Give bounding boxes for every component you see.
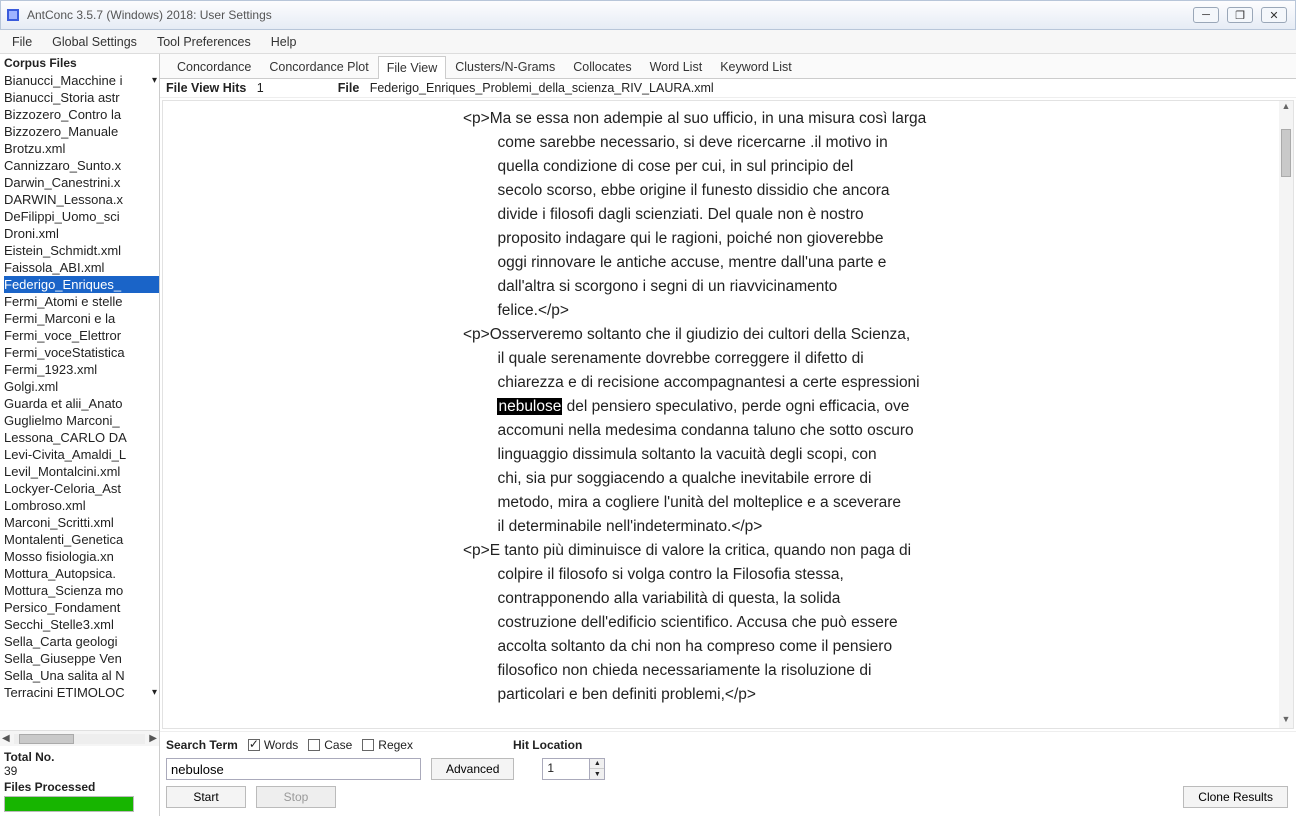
progress-bar [4, 796, 134, 812]
scroll-down-icon[interactable]: ▼ [1282, 714, 1291, 728]
tab-clusters-n-grams[interactable]: Clusters/N-Grams [446, 55, 564, 78]
search-hit: nebulose [497, 398, 562, 415]
menu-global-settings[interactable]: Global Settings [48, 33, 141, 51]
app-icon [5, 7, 21, 23]
menu-tool-preferences[interactable]: Tool Preferences [153, 33, 255, 51]
list-item[interactable]: Levi-Civita_Amaldi_L [4, 446, 159, 463]
tab-file-view[interactable]: File View [378, 56, 446, 79]
tab-concordance-plot[interactable]: Concordance Plot [260, 55, 377, 78]
list-item[interactable]: Bizzozero_Contro la [4, 106, 159, 123]
list-item[interactable]: Mosso fisiologia.xn [4, 548, 159, 565]
list-item[interactable]: Brotzu.xml [4, 140, 159, 157]
list-item[interactable]: Lockyer-Celoria_Ast [4, 480, 159, 497]
list-item[interactable]: Fermi_Atomi e stelle [4, 293, 159, 310]
list-item[interactable]: Bizzozero_Manuale [4, 123, 159, 140]
tab-collocates[interactable]: Collocates [564, 55, 640, 78]
file-view-content[interactable]: <p>Ma se essa non adempie al suo ufficio… [162, 100, 1294, 729]
list-item[interactable]: Guglielmo Marconi_ [4, 412, 159, 429]
list-item[interactable]: Droni.xml [4, 225, 159, 242]
tab-bar: ConcordanceConcordance PlotFile ViewClus… [160, 54, 1296, 79]
list-item[interactable]: Fermi_Marconi e la [4, 310, 159, 327]
list-item[interactable]: Montalenti_Genetica [4, 531, 159, 548]
list-item[interactable]: Faissola_ABI.xml [4, 259, 159, 276]
list-item[interactable]: Sella_Una salita al N [4, 667, 159, 684]
file-list-hscroll[interactable]: ◀ ▶ [0, 730, 159, 746]
list-item[interactable]: Eistein_Schmidt.xml [4, 242, 159, 259]
list-item[interactable]: Levil_Montalcini.xml [4, 463, 159, 480]
maximize-button[interactable]: ❐ [1227, 7, 1253, 23]
list-item[interactable]: Mottura_Scienza mo [4, 582, 159, 599]
main-panel: ConcordanceConcordance PlotFile ViewClus… [160, 54, 1296, 816]
scroll-up-icon[interactable]: ▲ [1282, 101, 1291, 115]
window-title: AntConc 3.5.7 (Windows) 2018: User Setti… [27, 8, 1193, 22]
chevron-down-icon[interactable]: ▾ [152, 684, 157, 701]
files-processed-label: Files Processed [4, 780, 155, 794]
scroll-thumb[interactable] [1281, 129, 1291, 177]
list-item[interactable]: Lombroso.xml [4, 497, 159, 514]
hit-location-label: Hit Location [513, 738, 582, 752]
close-button[interactable]: ✕ [1261, 7, 1287, 23]
chevron-down-icon[interactable]: ▾ [152, 72, 157, 89]
minimize-button[interactable]: ─ [1193, 7, 1219, 23]
hit-location-spin[interactable]: ▲▼ [590, 758, 605, 780]
list-item[interactable]: Terracini ETIMOLOC▾ [4, 684, 159, 701]
info-bar: File View Hits 1 File Federigo_Enriques_… [160, 79, 1296, 98]
list-item[interactable]: Guarda et alii_Anato [4, 395, 159, 412]
controls-panel: Search Term Words Case Regex Hit Locatio… [160, 731, 1296, 816]
menu-help[interactable]: Help [267, 33, 301, 51]
list-item[interactable]: Marconi_Scritti.xml [4, 514, 159, 531]
list-item[interactable]: Mottura_Autopsica. [4, 565, 159, 582]
search-input[interactable] [166, 758, 421, 780]
list-item[interactable]: Persico_Fondament [4, 599, 159, 616]
search-term-label: Search Term [166, 738, 238, 752]
content-vscroll[interactable]: ▲ ▼ [1279, 101, 1293, 728]
list-item[interactable]: Cannizzaro_Sunto.x [4, 157, 159, 174]
regex-checkbox[interactable]: Regex [362, 738, 413, 752]
list-item[interactable]: Fermi_voce_Elettror [4, 327, 159, 344]
tab-concordance[interactable]: Concordance [168, 55, 260, 78]
hit-location-input[interactable]: 1 [542, 758, 590, 780]
list-item[interactable]: Fermi_1923.xml [4, 361, 159, 378]
tab-keyword-list[interactable]: Keyword List [711, 55, 801, 78]
list-item[interactable]: Golgi.xml [4, 378, 159, 395]
menu-bar: File Global Settings Tool Preferences He… [0, 30, 1296, 54]
file-view-hits-value: 1 [257, 81, 264, 95]
corpus-file-list[interactable]: Bianucci_Macchine i▾Bianucci_Storia astr… [0, 72, 159, 730]
list-item[interactable]: DeFilippi_Uomo_sci [4, 208, 159, 225]
clone-results-button[interactable]: Clone Results [1183, 786, 1288, 808]
total-value: 39 [4, 764, 155, 778]
list-item[interactable]: Secchi_Stelle3.xml [4, 616, 159, 633]
stop-button[interactable]: Stop [256, 786, 336, 808]
case-checkbox[interactable]: Case [308, 738, 352, 752]
tab-word-list[interactable]: Word List [641, 55, 712, 78]
list-item[interactable]: DARWIN_Lessona.x [4, 191, 159, 208]
total-label: Total No. [4, 750, 155, 764]
scroll-left-icon[interactable]: ◀ [2, 733, 10, 744]
list-item[interactable]: Bianucci_Storia astr [4, 89, 159, 106]
list-item[interactable]: Sella_Giuseppe Ven [4, 650, 159, 667]
list-item[interactable]: Bianucci_Macchine i▾ [4, 72, 159, 89]
sidebar: Corpus Files Bianucci_Macchine i▾Bianucc… [0, 54, 160, 816]
corpus-files-title: Corpus Files [0, 54, 159, 72]
words-checkbox[interactable]: Words [248, 738, 298, 752]
list-item[interactable]: Sella_Carta geologi [4, 633, 159, 650]
title-bar: AntConc 3.5.7 (Windows) 2018: User Setti… [0, 0, 1296, 30]
file-name-value: Federigo_Enriques_Problemi_della_scienza… [370, 81, 714, 95]
list-item[interactable]: Darwin_Canestrini.x [4, 174, 159, 191]
file-view-hits-label: File View Hits [166, 81, 246, 95]
file-label: File [338, 81, 360, 95]
list-item[interactable]: Fermi_voceStatistica [4, 344, 159, 361]
list-item[interactable]: Lessona_CARLO DA [4, 429, 159, 446]
advanced-button[interactable]: Advanced [431, 758, 514, 780]
start-button[interactable]: Start [166, 786, 246, 808]
menu-file[interactable]: File [8, 33, 36, 51]
scroll-right-icon[interactable]: ▶ [149, 733, 157, 744]
list-item[interactable]: Federigo_Enriques_ [4, 276, 159, 293]
